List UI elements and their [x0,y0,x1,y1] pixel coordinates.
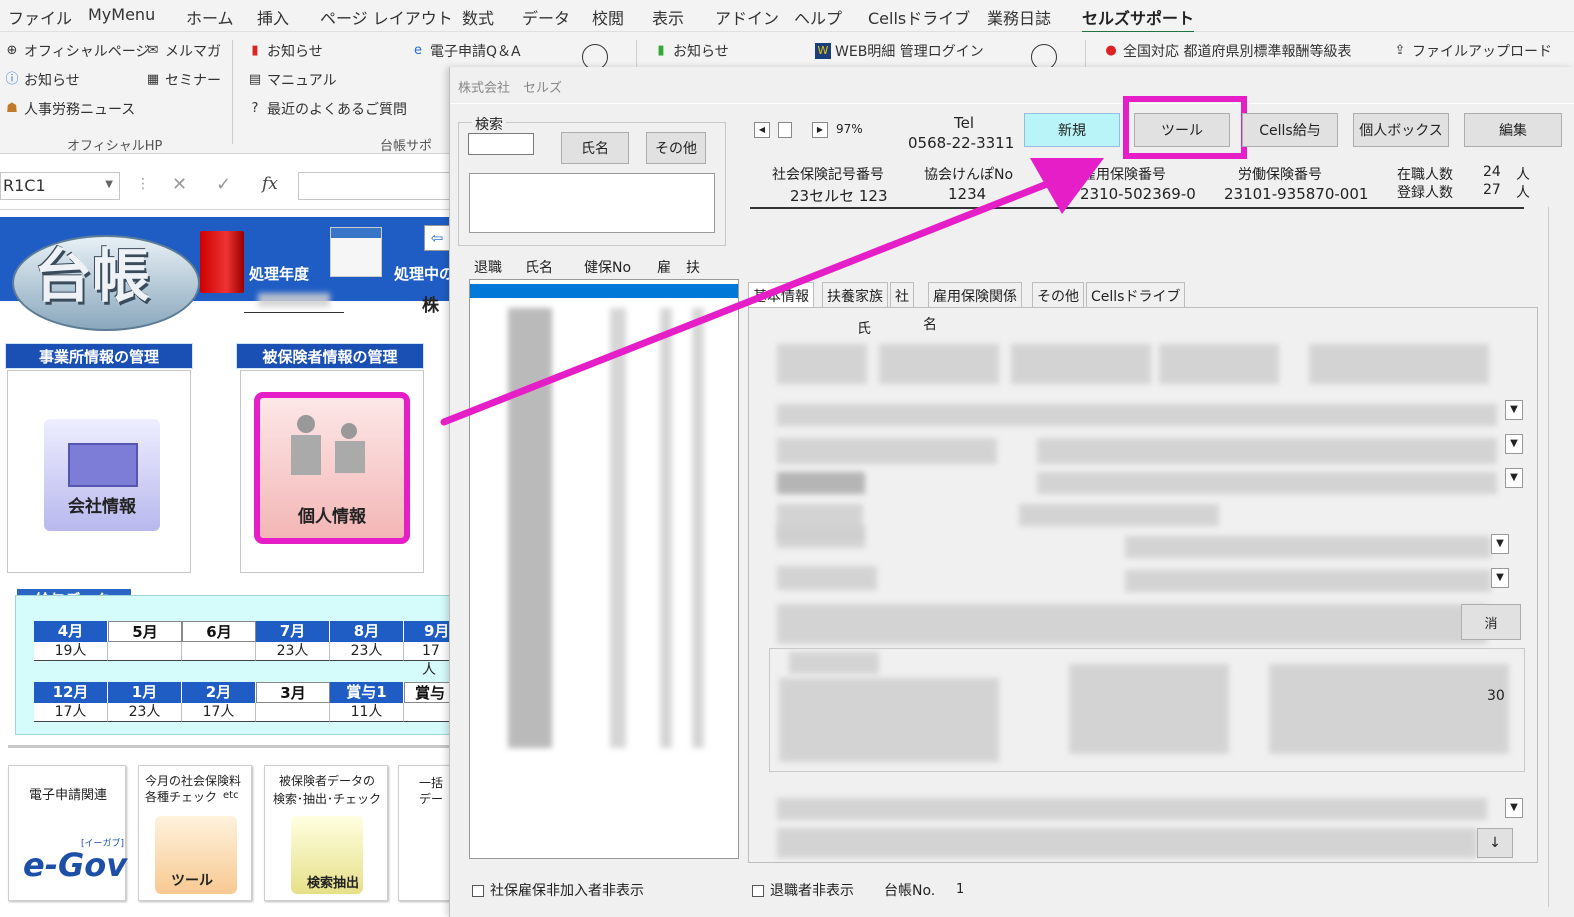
annotation-arrow [440,158,1104,426]
arrow-shaft [440,178,1056,426]
